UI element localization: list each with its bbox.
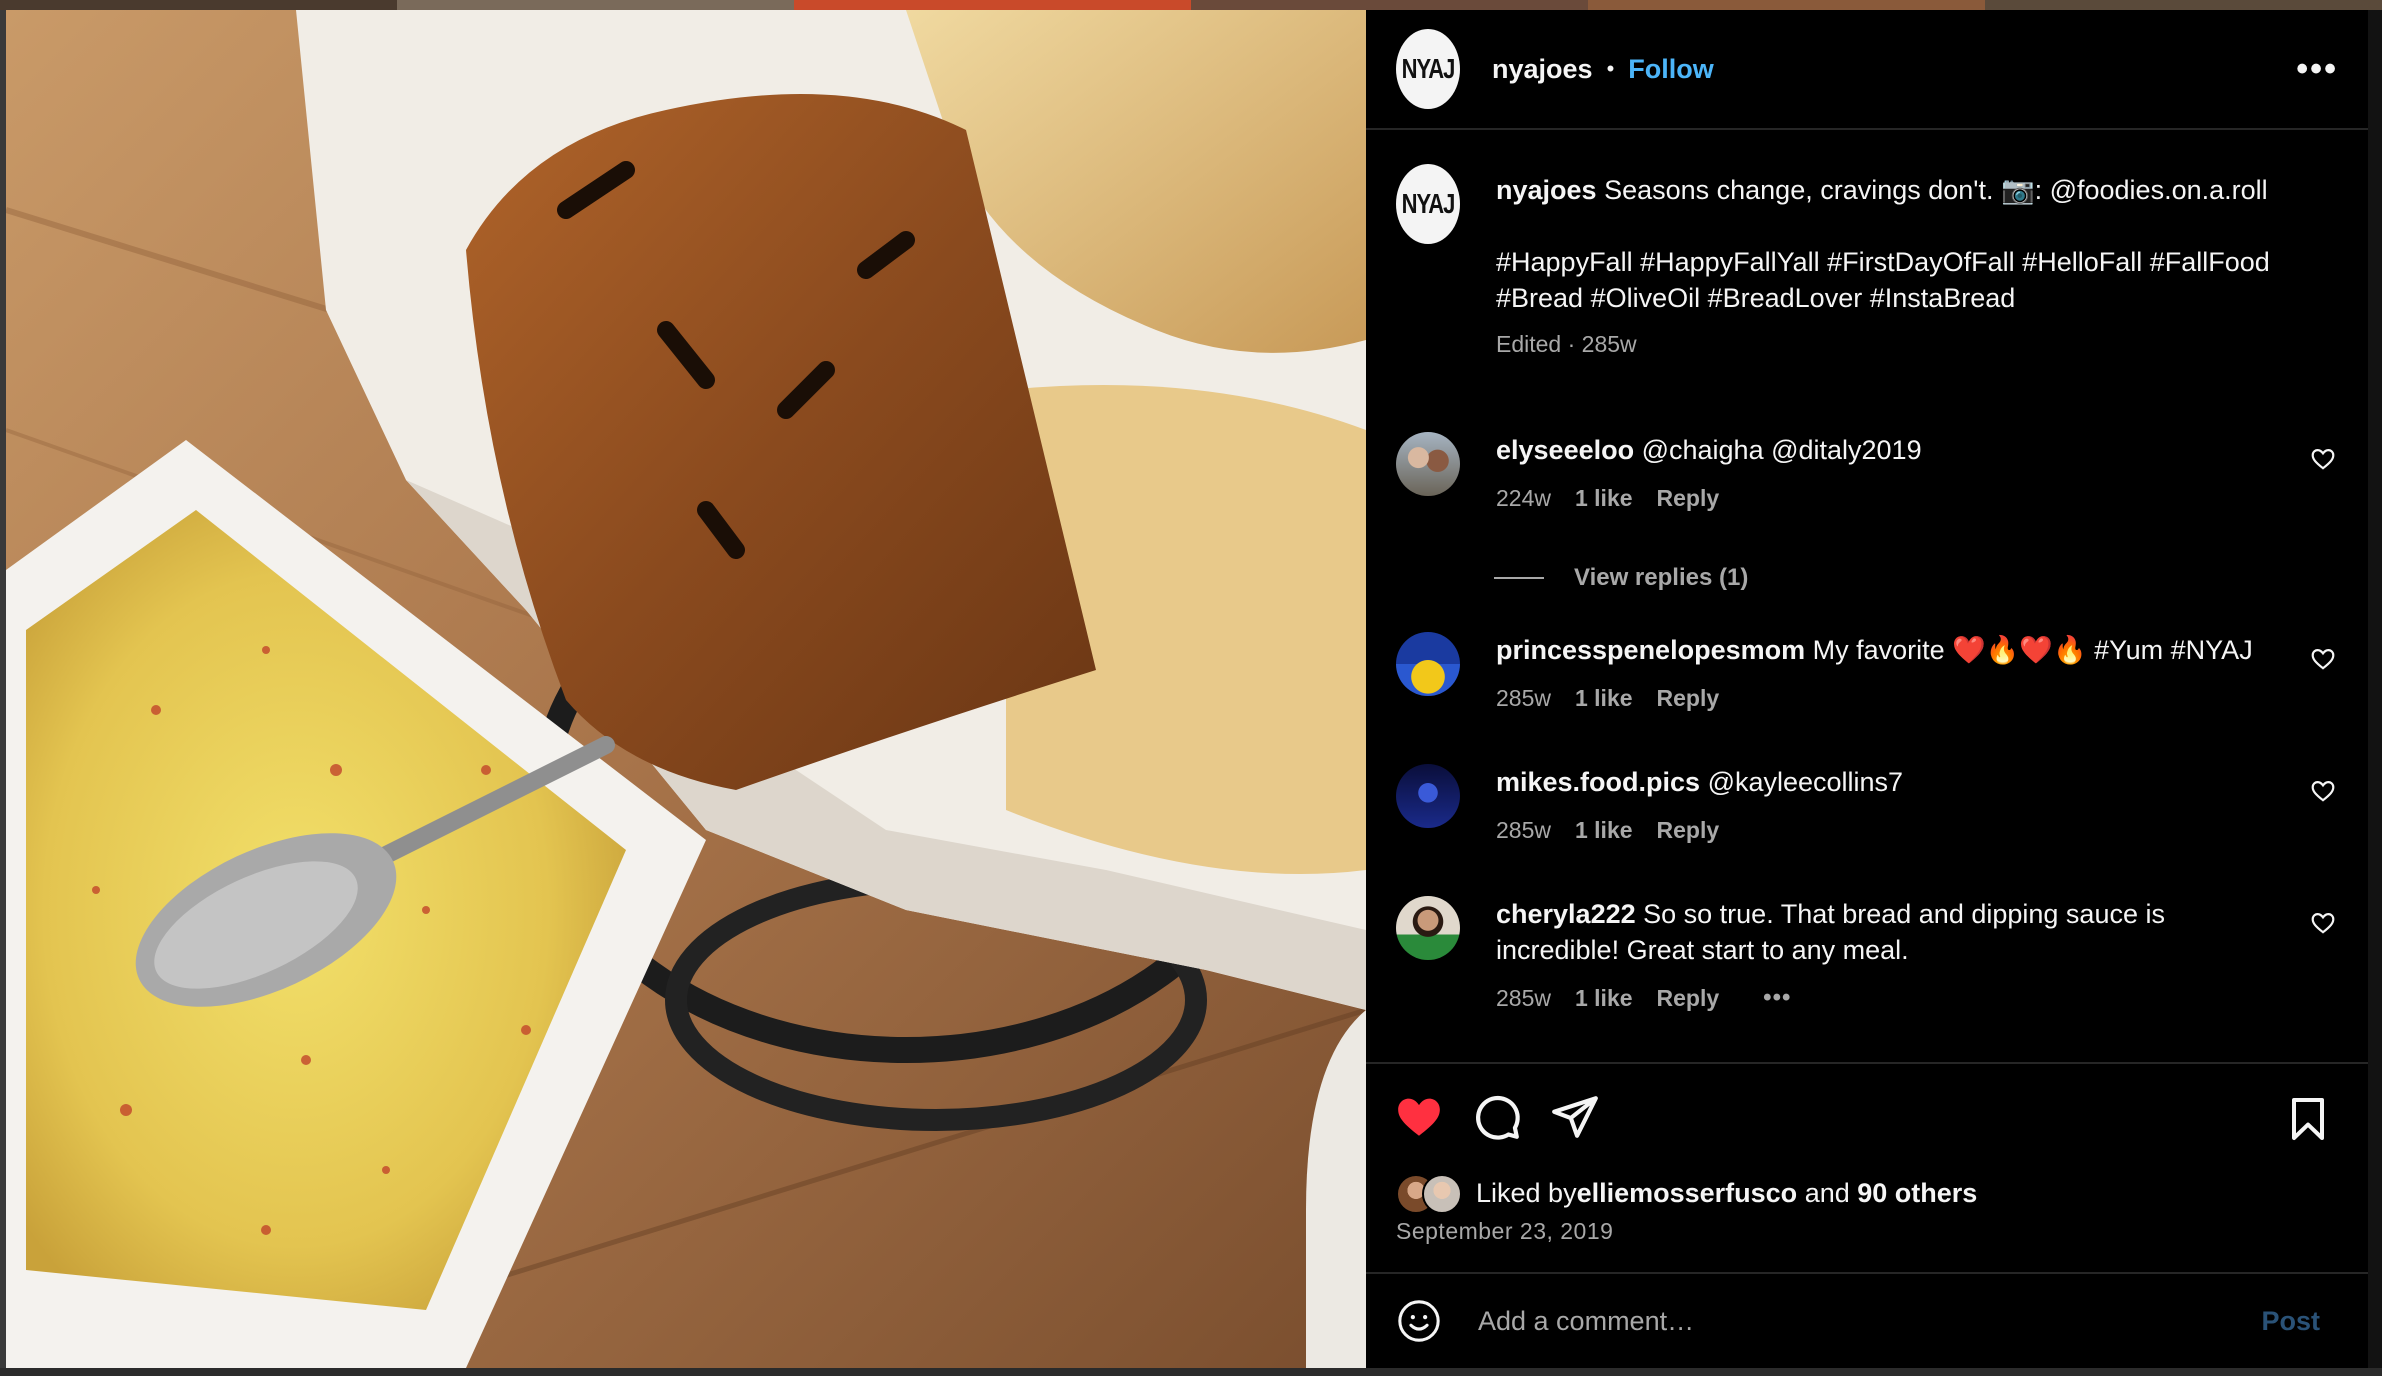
comment-age[interactable]: 285w [1496,980,1551,1016]
post-actions: Liked by elliemosserfusco and 90 others … [1366,1062,2368,1274]
likes-prefix: Liked by [1476,1177,1577,1208]
likes-and: and [1797,1177,1858,1208]
comment-username[interactable]: cheryla222 [1496,899,1636,929]
commenter-avatar[interactable] [1396,432,1460,496]
comment-username[interactable]: elyseeeloo [1496,435,1634,465]
comment-text: @kayleecollins7 [1700,767,1904,797]
more-options-icon[interactable]: ••• [2296,50,2338,89]
comments-list[interactable]: NYAJ nyajoes Seasons change, cravings do… [1366,132,2368,1062]
emoji-icon[interactable] [1396,1298,1442,1344]
reply-button[interactable]: Reply [1657,480,1720,516]
comment-age[interactable]: 224w [1496,480,1551,516]
likes-summary: Liked by elliemosserfusco and 90 others [1396,1174,1977,1214]
commenter-avatar[interactable] [1396,764,1460,828]
comment-item: cheryla222 So so true. That bread and di… [1396,896,2336,1016]
view-replies-line [1494,577,1544,579]
reply-button[interactable]: Reply [1657,812,1720,848]
like-comment-heart-icon[interactable] [2310,646,2336,672]
like-comment-heart-icon[interactable] [2310,446,2336,472]
food-photo-illustration [6,10,1366,1368]
post-header: NYAJ nyajoes • Follow ••• [1366,10,2368,130]
like-comment-heart-icon[interactable] [2310,910,2336,936]
comment-likes[interactable]: 1 like [1575,980,1633,1016]
comment-more-icon[interactable]: ••• [1763,980,1791,1016]
comment-text: My favorite ❤️🔥❤️🔥 #Yum #NYAJ [1805,635,2253,665]
post-side-panel: NYAJ nyajoes • Follow ••• NYAJ nyajoes S… [1366,10,2368,1368]
caption-text: Seasons change, cravings don't. 📷: @food… [1596,175,2268,205]
view-replies-button[interactable]: View replies (1) [1494,564,1748,592]
comment-username[interactable]: princesspenelopesmom [1496,635,1805,665]
comment-age[interactable]: 285w [1496,680,1551,716]
commenter-avatar[interactable] [1396,896,1460,960]
caption-author-avatar[interactable]: NYAJ [1396,164,1460,244]
comment-likes[interactable]: 1 like [1575,480,1633,516]
comment-item: princesspenelopesmom My favorite ❤️🔥❤️🔥 … [1396,632,2336,716]
like-comment-heart-icon[interactable] [2310,778,2336,804]
like-heart-icon[interactable] [1394,1092,1444,1142]
comment-input[interactable] [1476,1304,2262,1338]
comment-username[interactable]: mikes.food.pics [1496,767,1700,797]
caption-hashtags[interactable]: #HappyFall #HappyFallYall #FirstDayOfFal… [1496,244,2296,316]
save-bookmark-icon[interactable] [2284,1094,2332,1144]
view-replies-label: View replies (1) [1574,564,1749,591]
caption-username[interactable]: nyajoes [1496,175,1597,205]
share-icon[interactable] [1550,1092,1600,1142]
background-strip-bottom [0,1368,2382,1376]
likes-others[interactable]: 90 others [1857,1178,1977,1209]
post-date[interactable]: September 23, 2019 [1396,1218,1613,1245]
caption-meta: Edited · 285w [1496,331,1637,357]
comment-text: @chaigha @ditaly2019 [1634,435,1922,465]
background-strip [0,0,2382,10]
comment-likes[interactable]: 1 like [1575,680,1633,716]
comment-age[interactable]: 285w [1496,812,1551,848]
comment-item: elyseeeloo @chaigha @ditaly2019 224w 1 l… [1396,432,2336,516]
commenter-avatar[interactable] [1396,632,1460,696]
post-modal: NYAJ nyajoes • Follow ••• NYAJ nyajoes S… [6,10,2368,1368]
author-username[interactable]: nyajoes [1492,54,1593,85]
reply-button[interactable]: Reply [1657,980,1720,1016]
reply-button[interactable]: Reply [1657,680,1720,716]
comment-item: mikes.food.pics @kayleecollins7 285w 1 l… [1396,764,2336,848]
likes-user[interactable]: elliemosserfusco [1577,1178,1798,1209]
post-comment-button[interactable]: Post [2261,1306,2320,1337]
follow-button[interactable]: Follow [1628,54,1713,85]
add-comment-bar: Post [1366,1272,2368,1368]
background-strip-right [2368,10,2382,1376]
author-avatar[interactable]: NYAJ [1396,29,1460,109]
separator-dot: • [1606,56,1615,81]
post-caption: NYAJ nyajoes Seasons change, cravings do… [1396,164,2296,362]
post-photo[interactable] [6,10,1366,1368]
comment-likes[interactable]: 1 like [1575,812,1633,848]
comment-icon[interactable] [1472,1092,1522,1142]
likers-avatars[interactable] [1396,1174,1472,1214]
